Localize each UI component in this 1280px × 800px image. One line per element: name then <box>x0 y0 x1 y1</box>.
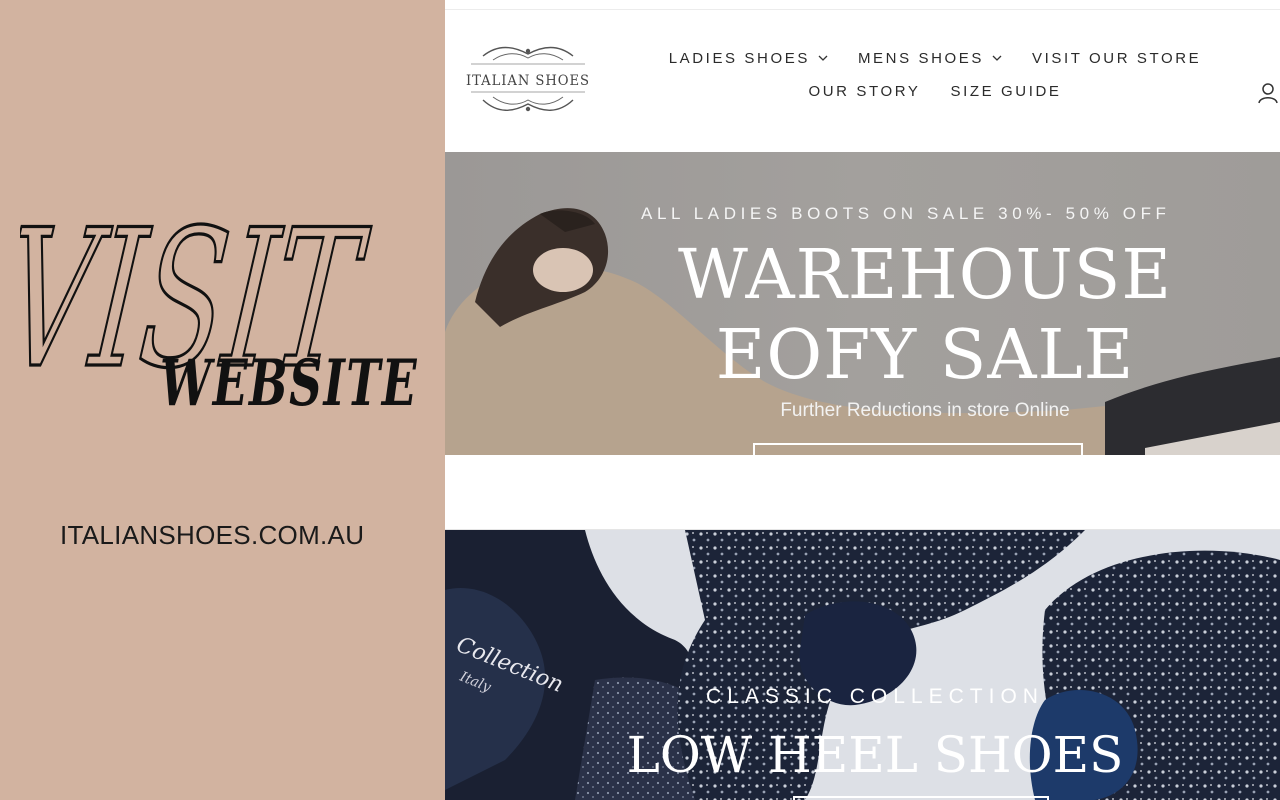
nav-size-guide[interactable]: SIZE GUIDE <box>951 83 1062 100</box>
nav-visit-our-store[interactable]: VISIT OUR STORE <box>1032 50 1201 67</box>
nav-our-story[interactable]: OUR STORY <box>808 83 920 100</box>
nav-label: SIZE GUIDE <box>950 83 1062 100</box>
nav-row-2: OUR STORY SIZE GUIDE <box>635 83 1235 100</box>
chevron-down-icon <box>818 55 828 61</box>
hero-subtitle: Further Reductions in store Online <box>780 400 1070 421</box>
promo-panel: VISIT WEBSITE ITALIANSHOES.COM.AU <box>0 0 445 800</box>
hero-title: WAREHOUSE EOFY SALE <box>625 236 1225 396</box>
hero2-title: LOW HEEL SHOES <box>626 726 1124 784</box>
account-icon[interactable] <box>1257 82 1279 104</box>
nav-label: MENS SHOES <box>857 50 984 67</box>
nav-label: OUR STORY <box>808 83 921 100</box>
site-header: ITALIAN SHOES LADIES SHOES MENS SHOES VI… <box>445 10 1280 152</box>
logo-text: ITALIAN SHOES <box>466 73 590 89</box>
nav-mens-shoes[interactable]: MENS SHOES <box>858 50 1002 67</box>
nav-label: VISIT OUR STORE <box>1031 50 1202 67</box>
hero-banner-sale[interactable]: ALL LADIES BOOTS ON SALE 30%- 50% OFF WA… <box>445 152 1280 455</box>
website-preview: ITALIAN SHOES LADIES SHOES MENS SHOES VI… <box>445 0 1280 800</box>
site-url[interactable]: ITALIANSHOES.COM.AU <box>60 520 364 551</box>
nav-ladies-shoes[interactable]: LADIES SHOES <box>669 50 828 67</box>
nav-row-1: LADIES SHOES MENS SHOES VISIT OUR STORE <box>635 50 1235 67</box>
brand-logo[interactable]: ITALIAN SHOES <box>463 42 593 118</box>
chevron-down-icon <box>992 55 1002 61</box>
hero-shop-button[interactable] <box>753 443 1083 455</box>
hero-kicker: ALL LADIES BOOTS ON SALE 30%- 50% OFF <box>641 204 1171 223</box>
hero2-shop-button[interactable] <box>793 796 1049 800</box>
visit-website-art: VISIT WEBSITE <box>20 187 418 421</box>
nav-label: LADIES SHOES <box>668 50 810 67</box>
main-nav: LADIES SHOES MENS SHOES VISIT OUR STORE … <box>635 50 1235 100</box>
hero-title-line-2: EOFY SALE <box>715 316 1135 395</box>
hero2-kicker: CLASSIC COLLECTION <box>706 685 1044 708</box>
hero-title-line-1: WAREHOUSE <box>677 236 1173 315</box>
website-label: WEBSITE <box>160 346 418 421</box>
hero-banner-low-heel[interactable]: Collection Italy CLASSIC COLLECTION LOW … <box>445 530 1280 800</box>
